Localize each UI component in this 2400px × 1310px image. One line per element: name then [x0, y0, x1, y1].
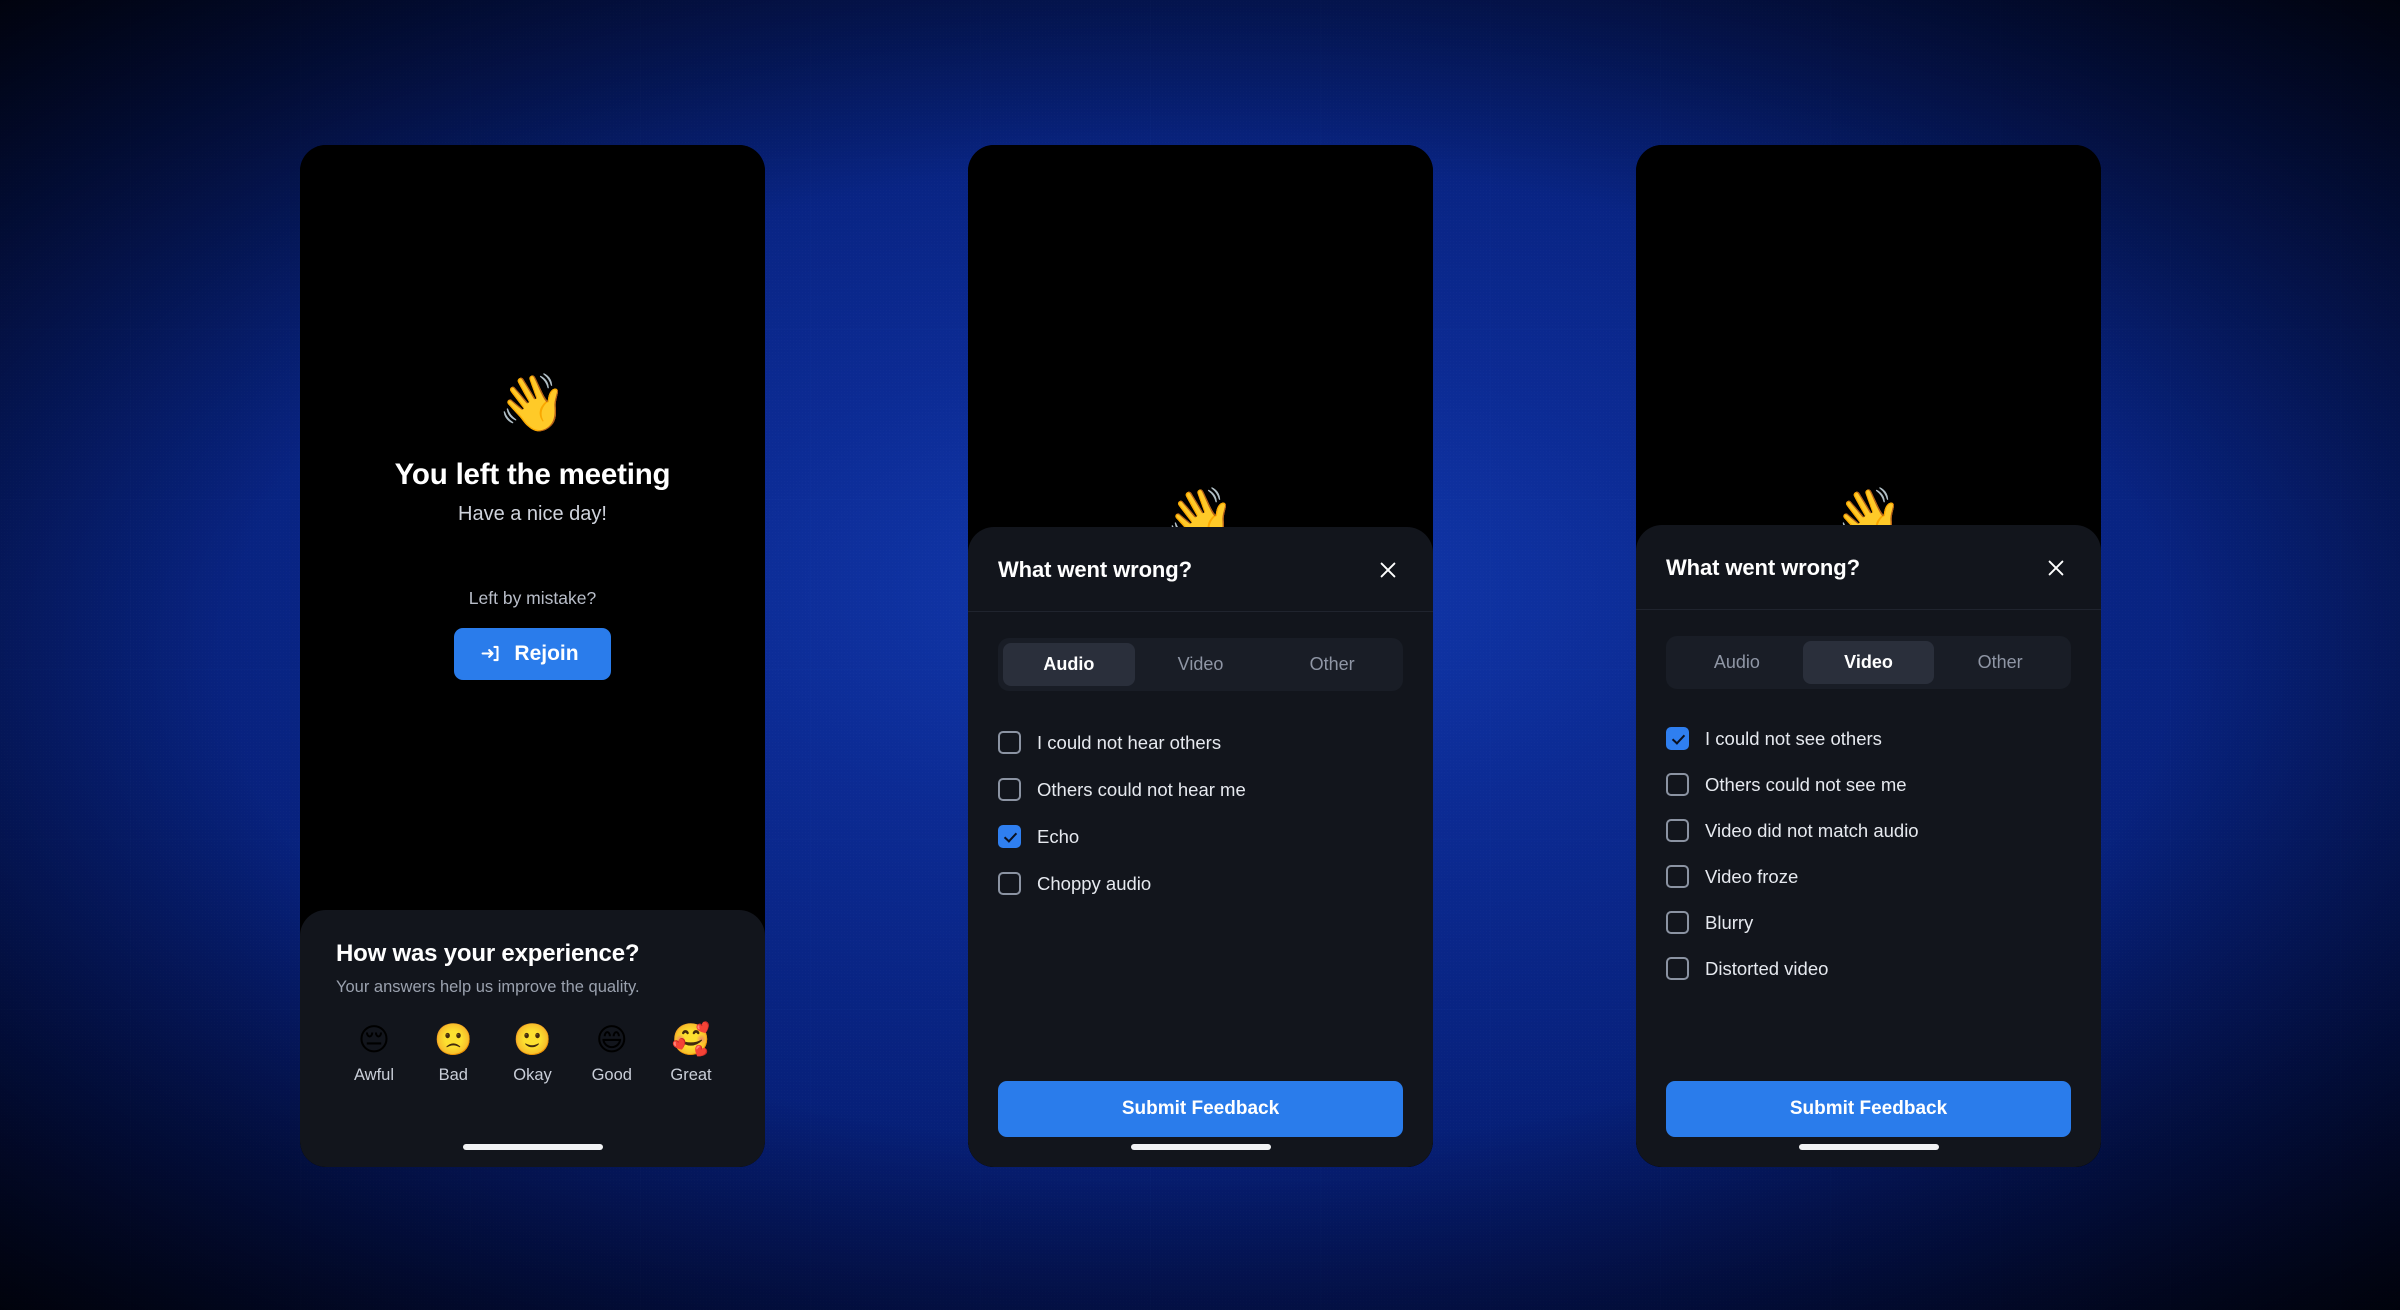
- experience-feedback-card: How was your experience? Your answers he…: [300, 910, 765, 1167]
- option-label: I could not see others: [1705, 727, 1882, 749]
- option-label: Others could not hear me: [1037, 778, 1246, 800]
- login-arrow-icon: [480, 643, 501, 664]
- option-row[interactable]: I could not see others: [1666, 727, 2071, 750]
- option-row[interactable]: I could not hear others: [998, 731, 1403, 754]
- home-indicator: [462, 1144, 603, 1150]
- option-label: Blurry: [1705, 911, 1754, 933]
- rating-label: Good: [591, 1066, 632, 1084]
- phone-screen-video-feedback: 👋 What went wrong? Audio Video Other I c…: [1636, 145, 2101, 1167]
- feedback-card-subtitle: Your answers help us improve the quality…: [336, 978, 640, 996]
- home-indicator: [1130, 1144, 1271, 1150]
- page-title: You left the meeting: [394, 457, 671, 491]
- close-icon: [2045, 560, 2067, 582]
- sheet-body: Audio Video Other I could not see others…: [1636, 610, 2101, 1081]
- phone-screen-audio-feedback: 👋 What went wrong? Audio Video Other I c…: [968, 145, 1433, 1167]
- home-indicator: [1798, 1144, 1939, 1150]
- checkbox-checked-icon[interactable]: [1666, 727, 1689, 750]
- option-label: Echo: [1037, 825, 1080, 847]
- slight-smile-icon: 🙂: [513, 1022, 552, 1058]
- tab-audio[interactable]: Audio: [1671, 641, 1803, 684]
- video-issue-options: I could not see others Others could not …: [1666, 727, 2071, 980]
- submit-feedback-button[interactable]: Submit Feedback: [998, 1081, 1403, 1137]
- submit-feedback-button[interactable]: Submit Feedback: [1666, 1081, 2071, 1137]
- tab-audio[interactable]: Audio: [1003, 643, 1135, 686]
- rating-label: Bad: [438, 1066, 468, 1084]
- checkbox-unchecked-icon[interactable]: [1666, 911, 1689, 934]
- option-row[interactable]: Others could not see me: [1666, 773, 2071, 796]
- close-icon: [1377, 562, 1399, 584]
- left-by-mistake-label: Left by mistake?: [468, 587, 597, 608]
- rejoin-button-label: Rejoin: [514, 641, 579, 665]
- waving-hand-icon: 👋: [497, 370, 568, 436]
- phone-screen-left-meeting: 👋 You left the meeting Have a nice day! …: [300, 145, 765, 1167]
- issue-category-tabs: Audio Video Other: [998, 638, 1403, 691]
- option-row[interactable]: Others could not hear me: [998, 778, 1403, 801]
- close-button[interactable]: [1373, 555, 1403, 585]
- option-label: Choppy audio: [1037, 872, 1152, 894]
- rating-label: Awful: [353, 1066, 395, 1084]
- option-label: Video did not match audio: [1705, 819, 1919, 841]
- checkbox-unchecked-icon[interactable]: [1666, 957, 1689, 980]
- sheet-footer: Submit Feedback: [1636, 1081, 2101, 1137]
- checkbox-unchecked-icon[interactable]: [1666, 865, 1689, 888]
- tab-video[interactable]: Video: [1135, 643, 1267, 686]
- sheet-header: What went wrong?: [968, 527, 1433, 612]
- page-subtitle: Have a nice day!: [458, 502, 607, 525]
- what-went-wrong-sheet: What went wrong? Audio Video Other I cou…: [1636, 525, 2101, 1167]
- rating-label: Okay: [513, 1066, 552, 1084]
- tab-video[interactable]: Video: [1802, 641, 1935, 684]
- grinning-face-icon: 😄: [595, 1022, 628, 1058]
- option-row[interactable]: Distorted video: [1666, 957, 2071, 980]
- rating-option-awful[interactable]: 😔 Awful: [338, 1025, 410, 1085]
- rating-option-great[interactable]: 🥰 Great: [655, 1025, 727, 1085]
- option-label: Distorted video: [1705, 957, 1829, 979]
- rating-row: 😔 Awful 🙁 Bad 🙂 Okay 😄 Good 🥰 Great: [336, 1025, 729, 1085]
- checkbox-unchecked-icon[interactable]: [998, 778, 1021, 801]
- checkbox-unchecked-icon[interactable]: [998, 731, 1021, 754]
- checkbox-unchecked-icon[interactable]: [1666, 819, 1689, 842]
- option-label: I could not hear others: [1037, 731, 1222, 753]
- issue-category-tabs: Audio Video Other: [1666, 636, 2071, 689]
- rejoin-button[interactable]: Rejoin: [454, 627, 611, 680]
- smiling-face-with-hearts-icon: 🥰: [671, 1022, 711, 1058]
- pensive-face-icon: 😔: [357, 1022, 391, 1058]
- close-button[interactable]: [2041, 553, 2071, 583]
- tab-other[interactable]: Other: [1934, 641, 2066, 684]
- feedback-card-title: How was your experience?: [336, 940, 640, 967]
- option-row[interactable]: Blurry: [1666, 911, 2071, 934]
- sheet-footer: Submit Feedback: [968, 1081, 1433, 1137]
- rating-option-bad[interactable]: 🙁 Bad: [417, 1025, 489, 1085]
- option-row[interactable]: Video did not match audio: [1666, 819, 2071, 842]
- audio-issue-options: I could not hear others Others could not…: [998, 731, 1403, 895]
- option-row[interactable]: Video froze: [1666, 865, 2071, 888]
- option-row[interactable]: Echo: [998, 825, 1403, 848]
- what-went-wrong-sheet: What went wrong? Audio Video Other I cou…: [968, 527, 1433, 1167]
- frowning-face-icon: 🙁: [433, 1022, 473, 1058]
- checkbox-unchecked-icon[interactable]: [1666, 773, 1689, 796]
- checkbox-checked-icon[interactable]: [998, 825, 1021, 848]
- sheet-title: What went wrong?: [1666, 555, 1860, 580]
- checkbox-unchecked-icon[interactable]: [998, 872, 1021, 895]
- left-meeting-stage: 👋 You left the meeting Have a nice day! …: [300, 145, 765, 910]
- option-label: Others could not see me: [1705, 773, 1907, 795]
- sheet-title: What went wrong?: [998, 557, 1192, 582]
- option-label: Video froze: [1705, 865, 1799, 887]
- sheet-body: Audio Video Other I could not hear other…: [968, 612, 1433, 1081]
- rating-label: Great: [670, 1066, 712, 1084]
- sheet-header: What went wrong?: [1636, 525, 2101, 610]
- rating-option-good[interactable]: 😄 Good: [576, 1025, 648, 1085]
- option-row[interactable]: Choppy audio: [998, 872, 1403, 895]
- tab-other[interactable]: Other: [1266, 643, 1398, 686]
- rating-option-okay[interactable]: 🙂 Okay: [497, 1025, 569, 1085]
